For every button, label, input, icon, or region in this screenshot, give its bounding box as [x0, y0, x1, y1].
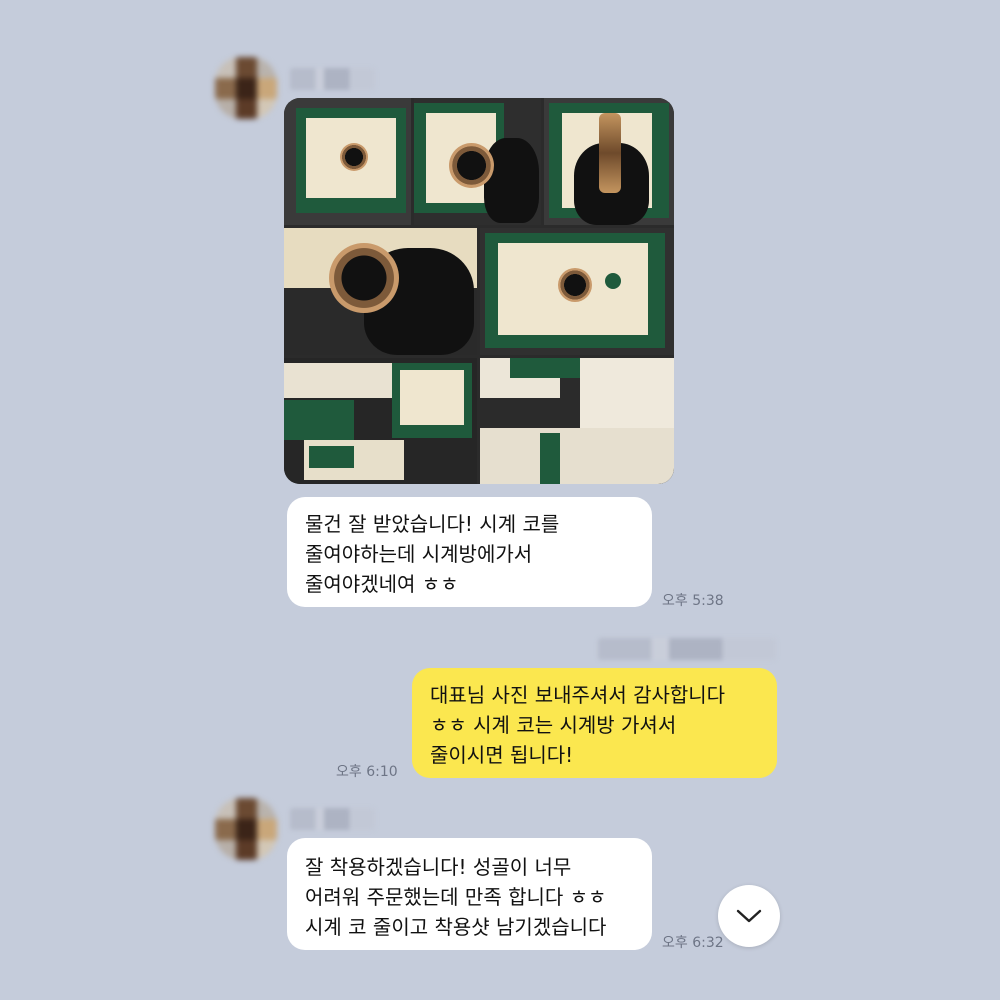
- outgoing-message[interactable]: 대표님 사진 보내주셔서 감사합니다 ㅎㅎ 시계 코는 시계방 가셔서 줄이시면…: [412, 668, 777, 778]
- message-line: 줄이시면 됩니다!: [430, 743, 574, 767]
- photo-thumbnail[interactable]: [284, 358, 477, 484]
- photo-thumbnail[interactable]: [284, 228, 477, 355]
- photo-thumbnail[interactable]: [414, 98, 541, 225]
- message-line: 잘 착용하겠습니다! 성골이 너무: [305, 855, 572, 879]
- chevron-down-icon: [736, 909, 762, 923]
- message-line: 어려워 주문했는데 만족 합니다 ㅎㅎ: [305, 885, 607, 909]
- sender-name: [290, 68, 375, 90]
- sender-name: [290, 808, 375, 830]
- message-timestamp: 오후 5:38: [662, 593, 724, 609]
- photo-thumbnail[interactable]: [480, 228, 674, 355]
- incoming-message[interactable]: 잘 착용하겠습니다! 성골이 너무 어려워 주문했는데 만족 합니다 ㅎㅎ 시계…: [287, 838, 652, 950]
- message-line: 대표님 사진 보내주셔서 감사합니다: [430, 683, 726, 707]
- message-timestamp: 오후 6:32: [662, 935, 724, 951]
- photo-thumbnail[interactable]: [284, 98, 411, 225]
- avatar[interactable]: [215, 57, 277, 119]
- message-line: ㅎㅎ 시계 코는 시계방 가셔서: [430, 713, 677, 737]
- scroll-to-bottom-button[interactable]: [718, 885, 780, 947]
- message-timestamp: 오후 6:10: [336, 764, 398, 780]
- photo-grid[interactable]: [284, 98, 674, 484]
- photo-thumbnail[interactable]: [480, 358, 674, 484]
- message-line: 물건 잘 받았습니다! 시계 코를: [305, 512, 560, 536]
- message-line: 시계 코 줄이고 착용샷 남기겠습니다: [305, 915, 607, 939]
- message-line: 줄여야겠네여 ㅎㅎ: [305, 572, 459, 596]
- avatar[interactable]: [215, 798, 277, 860]
- incoming-message[interactable]: 물건 잘 받았습니다! 시계 코를 줄여야하는데 시계방에가서 줄여야겠네여 ㅎ…: [287, 497, 652, 607]
- blurred-read-indicator: [598, 638, 776, 660]
- photo-thumbnail[interactable]: [544, 98, 674, 225]
- message-line: 줄여야하는데 시계방에가서: [305, 542, 533, 566]
